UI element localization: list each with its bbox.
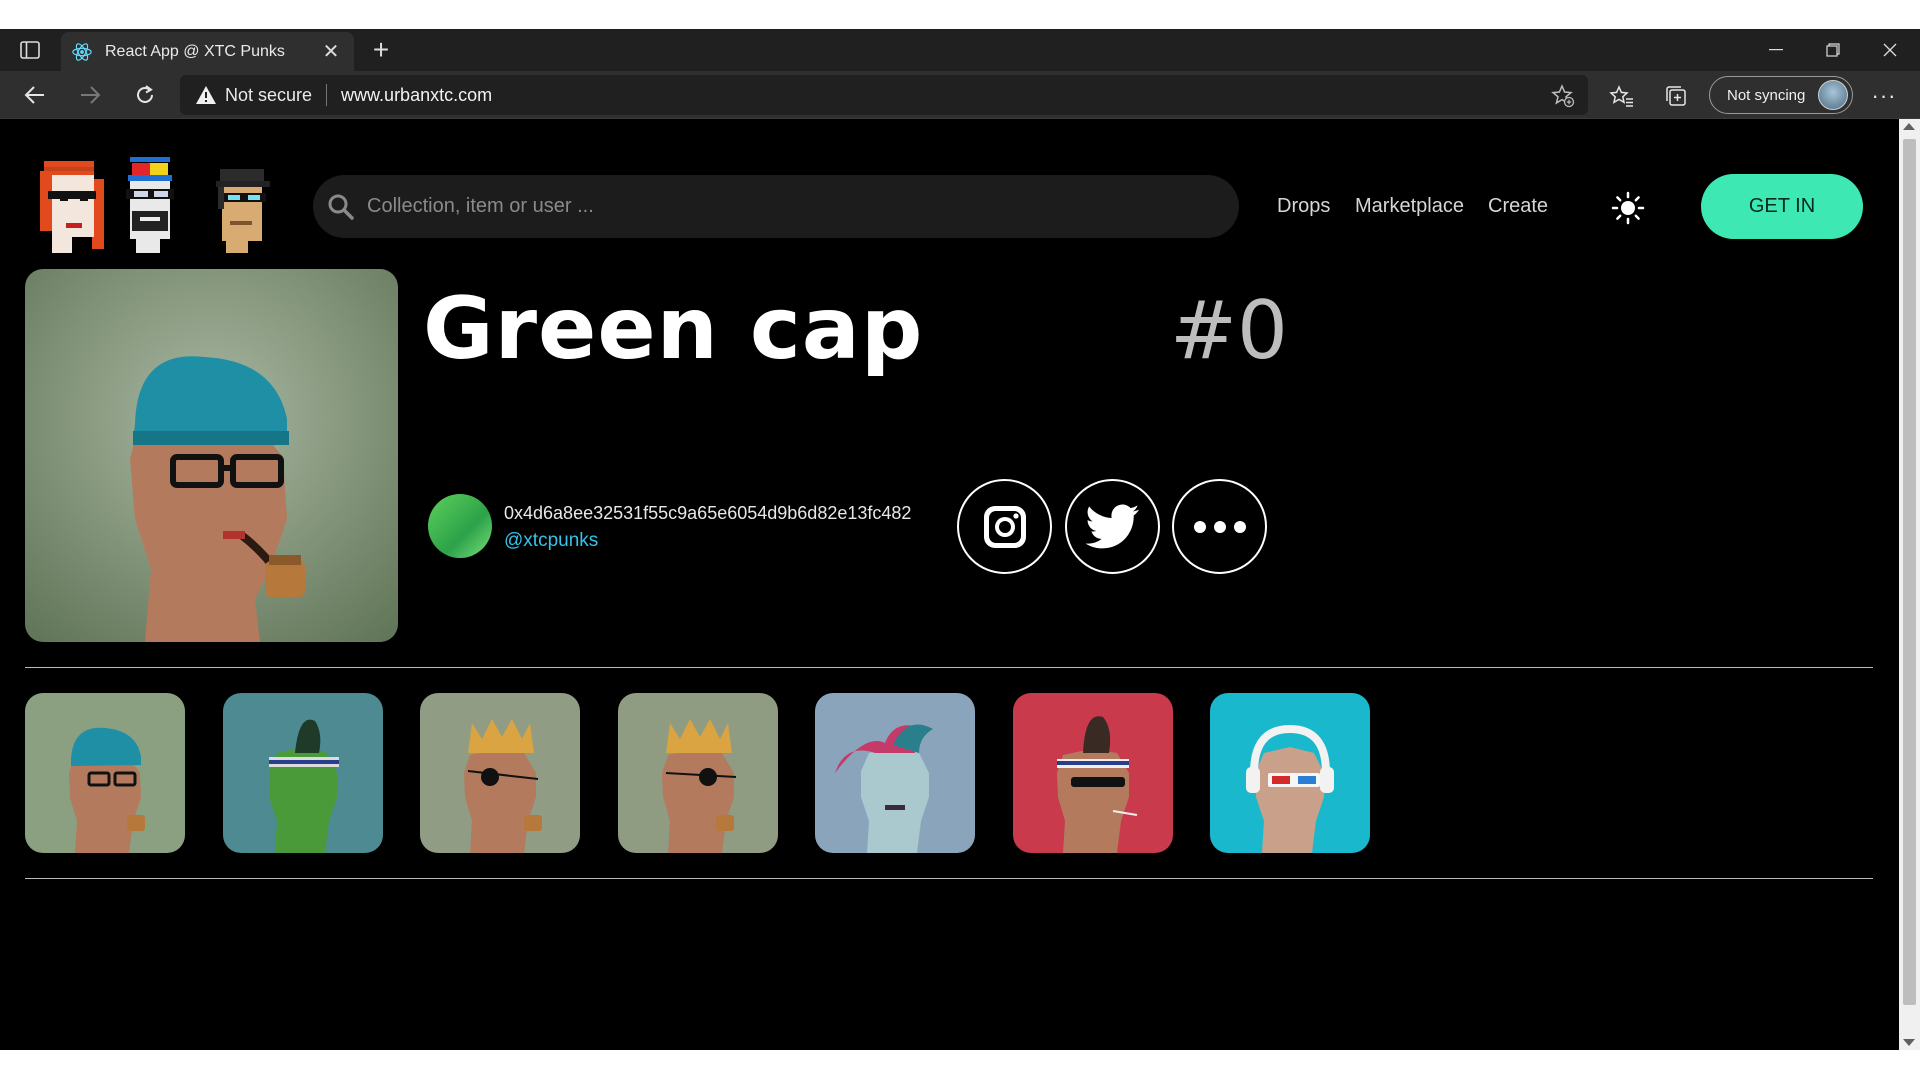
gallery-thumb-5[interactable] [815,693,975,853]
collections-icon[interactable] [1661,81,1691,111]
window-bottom-edge [0,1050,1920,1080]
twitter-button[interactable] [1065,479,1160,574]
scroll-thumb[interactable] [1903,139,1916,1005]
gallery-thumb-4[interactable] [618,693,778,853]
browser-toolbar: Not secure www.urbanxtc.com Not syncing … [0,71,1920,119]
url-text[interactable]: www.urbanxtc.com [341,85,492,106]
address-separator [326,84,328,106]
section-divider-bottom [25,878,1873,879]
nav-marketplace[interactable]: Marketplace [1355,195,1464,218]
react-icon [72,42,92,61]
owner-handle-link[interactable]: @xtcpunks [504,530,598,552]
forward-icon[interactable] [72,77,108,113]
screen: React App @ XTC Punks ✕ + Not secure www… [0,0,1920,1080]
browser-tab[interactable]: React App @ XTC Punks ✕ [61,32,354,71]
gallery-thumb-1[interactable] [25,693,185,853]
get-in-button[interactable]: GET IN [1701,174,1863,239]
scroll-up-icon[interactable] [1903,123,1915,130]
scroll-down-icon[interactable] [1903,1039,1915,1046]
page-scrollbar[interactable] [1899,119,1920,1050]
xtc-punks-logo[interactable] [36,157,286,257]
refresh-icon[interactable] [127,77,163,113]
gallery-thumb-2[interactable] [223,693,383,853]
profile-sync-button[interactable]: Not syncing [1709,76,1853,114]
sun-icon[interactable] [1611,191,1645,225]
minimize-icon[interactable] [1748,29,1804,71]
search-bar[interactable] [313,175,1239,238]
sync-label: Not syncing [1727,86,1806,104]
close-window-icon[interactable] [1862,29,1918,71]
search-icon [328,194,354,220]
browser-menu-icon[interactable]: ··· [1869,81,1899,111]
gallery-thumb-7[interactable] [1210,693,1370,853]
restore-icon[interactable] [1805,29,1861,71]
item-title: Green cap [423,279,924,379]
item-number: #0 [1170,284,1288,377]
search-input[interactable] [367,195,1207,218]
warning-icon [196,86,216,104]
more-icon [1193,520,1246,533]
address-bar[interactable]: Not secure www.urbanxtc.com [180,75,1588,115]
more-options-button[interactable] [1172,479,1267,574]
not-secure-label: Not secure [225,84,313,105]
profile-avatar [1818,80,1848,110]
web-page: Drops Marketplace Create GET IN [0,119,1899,1050]
twitter-icon [1085,504,1139,548]
gallery-thumb-3[interactable] [420,693,580,853]
new-tab-icon[interactable]: + [366,34,396,65]
owner-avatar[interactable] [428,494,492,558]
gallery-thumb-6[interactable] [1013,693,1173,853]
nav-create[interactable]: Create [1488,195,1548,218]
tab-title: React App @ XTC Punks [105,42,285,60]
tab-actions-icon[interactable] [12,35,48,65]
owner-address[interactable]: 0x4d6a8ee32531f55c9a65e6054d9b6d82e13fc4… [504,503,911,524]
back-icon[interactable] [17,77,53,113]
instagram-button[interactable] [957,479,1052,574]
nav-drops[interactable]: Drops [1277,195,1330,218]
instagram-icon [983,505,1026,548]
favorites-icon[interactable] [1607,81,1637,111]
close-tab-icon[interactable]: ✕ [318,39,344,65]
add-favorite-icon[interactable] [1550,83,1576,109]
nft-main-image[interactable] [25,269,398,642]
section-divider-top [25,667,1873,668]
tab-bar: React App @ XTC Punks ✕ + [0,29,1920,71]
